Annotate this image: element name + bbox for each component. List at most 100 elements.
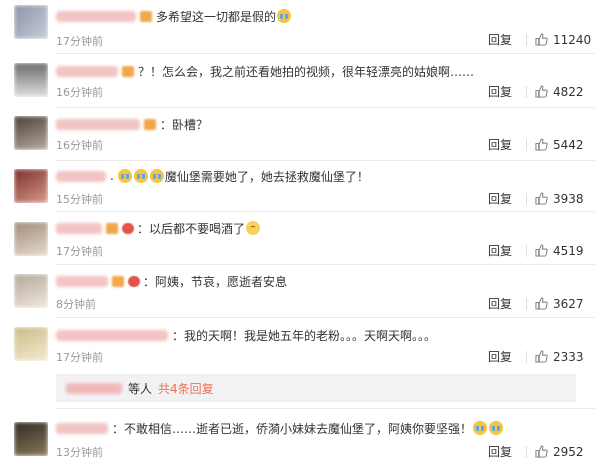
comment-header: ：卧槽？ bbox=[56, 114, 208, 134]
vip-badge-icon bbox=[106, 222, 118, 234]
thumbs-up-icon bbox=[535, 192, 548, 205]
vip-badge-icon bbox=[140, 10, 152, 22]
comment-header: ：阿姨，节哀，愿逝者安息 bbox=[56, 271, 287, 291]
row-divider bbox=[56, 160, 595, 161]
divider bbox=[526, 192, 527, 205]
vip-badge-icon bbox=[112, 275, 124, 287]
username[interactable] bbox=[56, 10, 136, 22]
thumbs-up-icon bbox=[535, 138, 548, 151]
like-count: 11240 bbox=[553, 32, 592, 47]
timestamp: 17分钟前 bbox=[56, 245, 103, 258]
username[interactable] bbox=[56, 118, 140, 130]
reply-button[interactable]: 回复 bbox=[480, 83, 520, 100]
comment-list: 多希望这一切都是假的 17分钟前 回复 11240 ？！怎么会，我之前还看她拍的… bbox=[0, 0, 595, 467]
like-button[interactable]: 4822 bbox=[535, 85, 595, 99]
reply-button[interactable]: 回复 bbox=[480, 295, 520, 312]
username[interactable] bbox=[56, 275, 108, 287]
username[interactable] bbox=[56, 170, 106, 182]
like-button[interactable]: 3627 bbox=[535, 297, 595, 311]
like-count: 4519 bbox=[553, 243, 584, 258]
thumbs-up-icon bbox=[535, 445, 548, 458]
reply-button[interactable]: 回复 bbox=[480, 443, 520, 460]
row-divider bbox=[56, 408, 595, 409]
username[interactable] bbox=[56, 422, 108, 434]
comment-actions: 回复 4822 bbox=[480, 83, 595, 100]
like-button[interactable]: 2952 bbox=[535, 445, 595, 459]
divider bbox=[526, 445, 527, 458]
row-divider bbox=[56, 264, 595, 265]
like-count: 2333 bbox=[553, 349, 584, 364]
timestamp: 13分钟前 bbox=[56, 446, 103, 459]
like-button[interactable]: 11240 bbox=[535, 33, 595, 47]
comment-actions: 回复 3627 bbox=[480, 295, 595, 312]
avatar[interactable] bbox=[14, 63, 48, 97]
comment-header: 多希望这一切都是假的 bbox=[56, 6, 292, 26]
thumbs-up-icon bbox=[535, 244, 548, 257]
comment-actions: 回复 3938 bbox=[480, 190, 595, 207]
timestamp: 16分钟前 bbox=[56, 86, 103, 99]
comment-header: ：不敢相信……逝者已逝，侨漪小妹妹去魔仙堡了，阿姨你要坚强！ bbox=[56, 418, 504, 438]
like-count: 3627 bbox=[553, 296, 584, 311]
more-replies-link[interactable]: 共4条回复 bbox=[158, 380, 214, 397]
reply-button[interactable]: 回复 bbox=[480, 242, 520, 259]
divider bbox=[526, 244, 527, 257]
avatar[interactable] bbox=[14, 327, 48, 361]
like-button[interactable]: 3938 bbox=[535, 192, 595, 206]
timestamp: 17分钟前 bbox=[56, 351, 103, 364]
comment-text: ：不敢相信……逝者已逝，侨漪小妹妹去魔仙堡了，阿姨你要坚强！ bbox=[112, 421, 473, 436]
avatar[interactable] bbox=[14, 274, 48, 308]
avatar[interactable] bbox=[14, 5, 48, 39]
comment-header: ：我的天啊！我是她五年的老粉。。。天啊天啊。。。 bbox=[56, 325, 436, 345]
divider bbox=[526, 85, 527, 98]
comment-header: . 魔仙堡需要她了，她去拯救魔仙堡了！ bbox=[56, 166, 369, 186]
avatar[interactable] bbox=[14, 169, 48, 203]
row-divider bbox=[56, 211, 595, 212]
sub-reply-bar[interactable]: 等人 共4条回复 bbox=[56, 374, 576, 402]
like-button[interactable]: 4519 bbox=[535, 244, 595, 258]
sub-reply-username[interactable] bbox=[66, 382, 122, 394]
username[interactable] bbox=[56, 65, 118, 77]
thumbs-up-icon bbox=[535, 33, 548, 46]
like-button[interactable]: 2333 bbox=[535, 350, 595, 364]
comment-actions: 回复 5442 bbox=[480, 136, 595, 153]
comment-text: 多希望这一切都是假的 bbox=[156, 9, 277, 24]
reply-button[interactable]: 回复 bbox=[480, 31, 520, 48]
sad-emoji-icon bbox=[246, 221, 261, 235]
row-divider bbox=[56, 317, 595, 318]
like-count: 4822 bbox=[553, 84, 584, 99]
crying-emoji-icon bbox=[149, 169, 164, 183]
comment-text: ：以后都不要喝酒了 bbox=[137, 221, 246, 236]
avatar[interactable] bbox=[14, 422, 48, 456]
reply-button[interactable]: 回复 bbox=[480, 348, 520, 365]
avatar[interactable] bbox=[14, 116, 48, 150]
timestamp: 15分钟前 bbox=[56, 193, 103, 206]
timestamp: 17分钟前 bbox=[56, 35, 103, 48]
divider bbox=[526, 297, 527, 310]
sub-reply-text: 等人 bbox=[128, 381, 153, 396]
divider bbox=[526, 350, 527, 363]
divider bbox=[526, 138, 527, 151]
comment-header: ？！怎么会，我之前还看她拍的视频，很年轻漂亮的姑娘啊…… bbox=[56, 61, 474, 81]
like-count: 5442 bbox=[553, 137, 584, 152]
like-count: 2952 bbox=[553, 444, 584, 459]
vip-badge-icon bbox=[122, 65, 134, 77]
comment-text: ：我的天啊！我是她五年的老粉。。。天啊天啊。。。 bbox=[172, 328, 437, 343]
row-divider bbox=[56, 107, 595, 108]
crying-emoji-icon bbox=[277, 9, 292, 23]
thumbs-up-icon bbox=[535, 297, 548, 310]
username[interactable] bbox=[56, 222, 102, 234]
timestamp: 8分钟前 bbox=[56, 298, 96, 311]
avatar[interactable] bbox=[14, 222, 48, 256]
comment-actions: 回复 11240 bbox=[480, 31, 595, 48]
reply-button[interactable]: 回复 bbox=[480, 190, 520, 207]
thumbs-up-icon bbox=[535, 350, 548, 363]
comment-actions: 回复 2333 bbox=[480, 348, 595, 365]
row-divider bbox=[56, 53, 595, 54]
vip-badge-icon bbox=[144, 118, 156, 130]
crying-emoji-icon bbox=[133, 169, 148, 183]
like-button[interactable]: 5442 bbox=[535, 138, 595, 152]
reply-button[interactable]: 回复 bbox=[480, 136, 520, 153]
username[interactable] bbox=[56, 329, 168, 341]
comment-actions: 回复 4519 bbox=[480, 242, 595, 259]
comment-header: ：以后都不要喝酒了 bbox=[56, 218, 261, 238]
